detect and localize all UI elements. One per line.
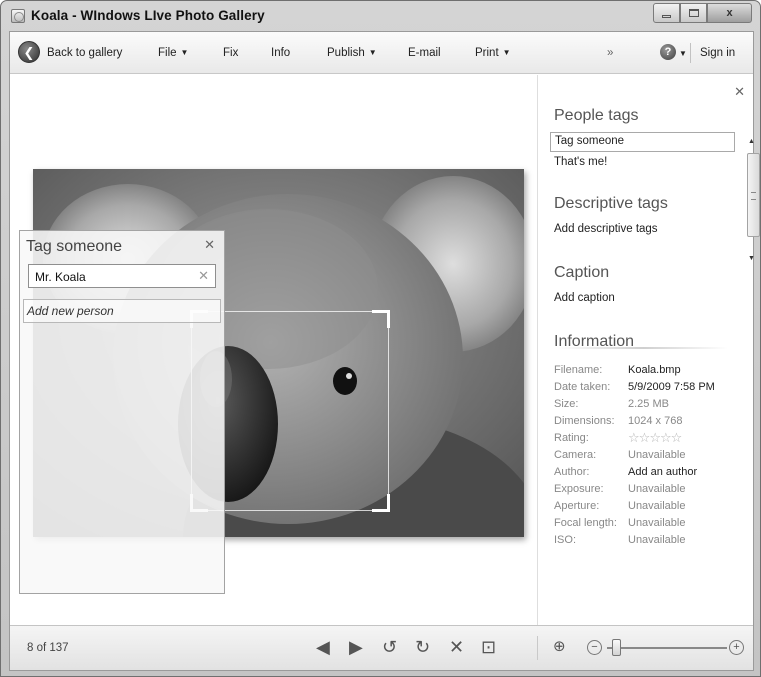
- close-pane-icon[interactable]: ✕: [734, 84, 745, 100]
- help-icon[interactable]: ?: [660, 44, 676, 60]
- info-label: Exposure:: [554, 483, 604, 495]
- publish-menu-label: Publish: [327, 47, 365, 59]
- caption-heading: Caption: [554, 264, 610, 281]
- photo-counter: 8 of 137: [27, 642, 69, 654]
- clear-icon[interactable]: ✕: [198, 268, 209, 284]
- camera-value: Unavailable: [628, 449, 686, 461]
- toolbar-divider: [690, 43, 691, 63]
- app-window: Koala - WIndows LIve Photo Gallery x ❮ B…: [0, 0, 761, 677]
- star-icon[interactable]: ☆: [671, 430, 683, 445]
- fix-button[interactable]: Fix: [223, 47, 238, 59]
- info-label: Author:: [554, 466, 590, 478]
- bottom-bar-divider: [537, 636, 538, 660]
- descriptive-tags-heading: Descriptive tags: [554, 195, 668, 212]
- close-icon[interactable]: ✕: [204, 237, 215, 253]
- scrollbar-thumb[interactable]: [747, 153, 760, 237]
- filename-value[interactable]: Koala.bmp: [628, 364, 681, 376]
- person-name-input[interactable]: Mr. Koala ✕: [28, 264, 216, 288]
- info-label: Rating:: [554, 432, 589, 444]
- info-label: Date taken:: [554, 381, 611, 393]
- close-button[interactable]: x: [707, 3, 752, 23]
- maximize-icon: [688, 9, 699, 17]
- chevron-down-icon: ▼: [502, 48, 511, 57]
- star-icon[interactable]: ☆: [628, 430, 640, 445]
- previous-icon[interactable]: ◀: [316, 637, 330, 657]
- tag-popup-title: Tag someone: [26, 238, 123, 255]
- actual-size-icon[interactable]: ⊕: [553, 637, 566, 657]
- thats-me-link[interactable]: That's me!: [554, 156, 607, 168]
- tag-someone-popup: Tag someone ✕ Mr. Koala ✕ Add new person: [19, 230, 225, 594]
- zoom-in-icon[interactable]: +: [729, 640, 744, 655]
- minimize-icon: [662, 14, 671, 18]
- scroll-down-arrow-icon[interactable]: ▼: [748, 255, 755, 262]
- photo-gallery-app-icon[interactable]: [11, 9, 25, 23]
- slide-show-icon[interactable]: ⊡: [481, 637, 496, 657]
- next-icon[interactable]: ▶: [349, 637, 363, 657]
- bottom-bar: 8 of 137 ◀ ▶ ↺ ↻ ✕ ⊡ ⊕ − +: [10, 625, 753, 670]
- zoom-slider-thumb[interactable]: [612, 639, 621, 656]
- information-heading: Information: [554, 333, 635, 350]
- print-menu-label: Print: [475, 47, 499, 59]
- maximize-button[interactable]: [680, 3, 707, 23]
- info-label: Filename:: [554, 364, 603, 376]
- exposure-value: Unavailable: [628, 483, 686, 495]
- info-label: ISO:: [554, 534, 577, 546]
- print-menu[interactable]: Print ▼: [475, 47, 511, 59]
- minimize-button[interactable]: [653, 3, 680, 23]
- toolbar: ❮ Back to gallery File ▼ Fix Info Publish…: [10, 32, 753, 74]
- aperture-value: Unavailable: [628, 500, 686, 512]
- add-new-person-option[interactable]: Add new person: [23, 299, 221, 323]
- title-bar: Koala - WIndows LIve Photo Gallery x: [1, 1, 760, 31]
- chevron-down-icon: ▼: [180, 48, 189, 57]
- zoom-slider-track[interactable]: [607, 647, 727, 649]
- people-tags-heading: People tags: [554, 107, 639, 124]
- sign-in-link[interactable]: Sign in: [700, 47, 735, 59]
- dimensions-value: 1024 x 768: [628, 415, 683, 427]
- person-name-value: Mr. Koala: [35, 270, 86, 284]
- add-caption-link[interactable]: Add caption: [554, 292, 615, 304]
- info-pane: ✕ People tags Tag someone That's me! Des…: [537, 75, 760, 625]
- info-label: Aperture:: [554, 500, 600, 512]
- star-icon[interactable]: ☆: [649, 430, 661, 445]
- info-button[interactable]: Info: [271, 47, 290, 59]
- add-descriptive-tags-link[interactable]: Add descriptive tags: [554, 223, 658, 235]
- email-button[interactable]: E-mail: [408, 47, 441, 59]
- info-label: Focal length:: [554, 517, 617, 529]
- resize-handle[interactable]: [372, 310, 390, 328]
- rotate-counterclockwise-icon[interactable]: ↺: [382, 637, 397, 657]
- back-arrow-icon[interactable]: ❮: [18, 41, 40, 63]
- rotate-clockwise-icon[interactable]: ↻: [415, 637, 430, 657]
- help-chevron-down-icon[interactable]: ▼: [679, 49, 687, 58]
- rating-stars[interactable]: ☆☆☆☆☆: [628, 430, 683, 446]
- star-icon[interactable]: ☆: [639, 430, 651, 445]
- date-taken-value[interactable]: 5/9/2009 7:58 PM: [628, 381, 715, 393]
- file-menu-label: File: [158, 47, 177, 59]
- back-to-gallery-button[interactable]: Back to gallery: [47, 47, 122, 59]
- resize-handle[interactable]: [372, 494, 390, 512]
- delete-icon[interactable]: ✕: [449, 637, 464, 657]
- client-area: ❮ Back to gallery File ▼ Fix Info Publish…: [9, 31, 760, 671]
- info-label: Size:: [554, 398, 579, 410]
- window-controls: x: [653, 3, 752, 23]
- star-icon[interactable]: ☆: [660, 430, 672, 445]
- iso-value: Unavailable: [628, 534, 686, 546]
- size-value: 2.25 MB: [628, 398, 669, 410]
- info-label: Camera:: [554, 449, 597, 461]
- tag-someone-field[interactable]: Tag someone: [550, 132, 735, 152]
- publish-menu[interactable]: Publish ▼: [327, 47, 377, 59]
- chevron-down-icon: ▼: [368, 48, 377, 57]
- author-value[interactable]: Add an author: [628, 466, 697, 478]
- focal-length-value: Unavailable: [628, 517, 686, 529]
- photo-viewer: Tag someone ✕ Mr. Koala ✕ Add new person: [10, 75, 537, 625]
- more-commands-button[interactable]: »: [607, 47, 613, 59]
- window-title: Koala - WIndows LIve Photo Gallery: [31, 8, 265, 23]
- info-label: Dimensions:: [554, 415, 615, 427]
- file-menu[interactable]: File ▼: [158, 47, 188, 59]
- zoom-out-icon[interactable]: −: [587, 640, 602, 655]
- scroll-up-arrow-icon[interactable]: ▲: [748, 138, 755, 145]
